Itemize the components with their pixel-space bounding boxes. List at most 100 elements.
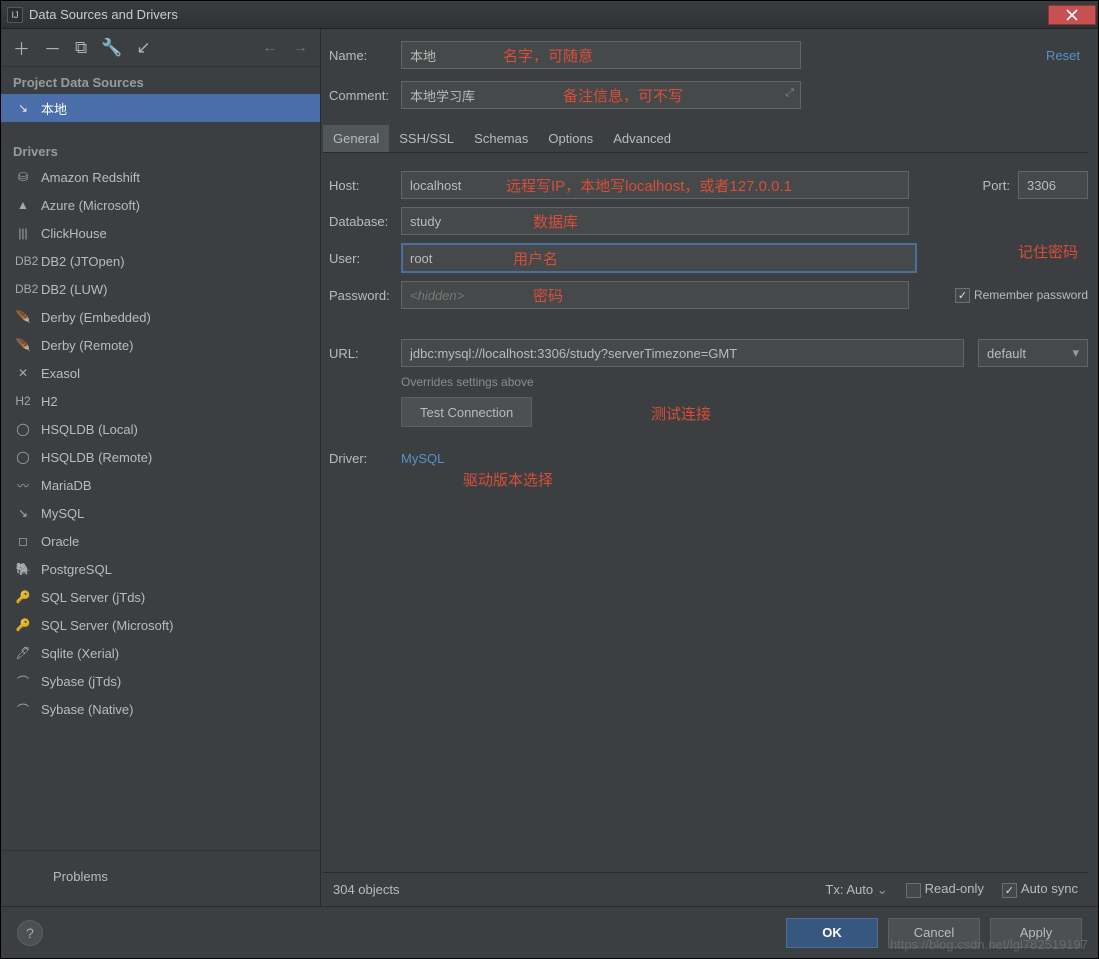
- driver-item[interactable]: ⌒ Sybase (jTds): [1, 667, 320, 695]
- port-input[interactable]: 3306: [1018, 171, 1088, 199]
- driver-item[interactable]: ⌒Sybase (Native): [1, 695, 320, 723]
- comment-label: Comment:: [323, 88, 401, 103]
- ok-button[interactable]: OK: [786, 918, 878, 948]
- name-label: Name:: [323, 48, 401, 63]
- window-close-button[interactable]: [1048, 5, 1096, 25]
- database-label: Database:: [323, 214, 401, 229]
- tabs: GeneralSSH/SSLSchemasOptionsAdvanced: [323, 125, 1088, 153]
- overrides-hint: Overrides settings above: [401, 375, 1088, 389]
- titlebar: IJ Data Sources and Drivers: [1, 1, 1098, 29]
- tab-advanced[interactable]: Advanced: [603, 125, 681, 152]
- driver-item[interactable]: 🐘PostgreSQL: [1, 555, 320, 583]
- tx-mode[interactable]: Tx: Auto ⌄: [825, 882, 887, 898]
- remove-button[interactable]: －: [44, 35, 61, 60]
- driver-label: DB2 (JTOpen): [41, 254, 125, 269]
- url-mode-select[interactable]: default: [978, 339, 1088, 367]
- driver-icon: ⌒: [15, 673, 31, 690]
- driver-label: Derby (Remote): [41, 338, 133, 353]
- driver-item[interactable]: 🔑 SQL Server (jTds): [1, 583, 320, 611]
- drivers-list: ⛁Amazon Redshift▲Azure (Microsoft) ||| Cli…: [1, 163, 320, 723]
- autosync-option[interactable]: Auto sync: [1002, 881, 1078, 897]
- tab-schemas[interactable]: Schemas: [464, 125, 538, 152]
- driver-item[interactable]: ◯HSQLDB (Remote): [1, 443, 320, 471]
- driver-icon: ⛁: [15, 170, 31, 184]
- driver-item[interactable]: DB2 DB2 (LUW): [1, 275, 320, 303]
- driver-icon: |||: [15, 226, 31, 240]
- expand-icon[interactable]: ⤢: [785, 87, 794, 100]
- driver-item[interactable]: ✕Exasol: [1, 359, 320, 387]
- copy-button[interactable]: ⧉: [75, 38, 87, 58]
- driver-icon: ◯: [15, 422, 31, 436]
- driver-icon: 🖊: [15, 646, 31, 660]
- reset-link[interactable]: Reset: [1046, 48, 1088, 63]
- host-label: Host:: [323, 178, 401, 193]
- driver-item[interactable]: 🖊 Sqlite (Xerial): [1, 639, 320, 667]
- main-panel: Name: 本地 名字，可随意 Reset Comment: 本地学习库 ⤢ 备…: [321, 29, 1098, 906]
- driver-item[interactable]: H2 H2: [1, 387, 320, 415]
- driver-icon: ▲: [15, 198, 31, 212]
- nav-forward[interactable]: →: [292, 39, 308, 57]
- driver-label: Sqlite (Xerial): [41, 646, 119, 661]
- driver-icon: 🪶: [15, 310, 31, 324]
- cancel-button[interactable]: Cancel: [888, 918, 980, 948]
- driver-label: Sybase (Native): [41, 702, 133, 717]
- datasource-item[interactable]: ↘ 本地: [1, 94, 320, 122]
- driver-label: Driver:: [323, 451, 401, 466]
- driver-item[interactable]: ◯HSQLDB (Local): [1, 415, 320, 443]
- database-input[interactable]: study: [401, 207, 909, 235]
- tab-sshssl[interactable]: SSH/SSL: [389, 125, 464, 152]
- annot-test: 测试连接: [651, 403, 711, 424]
- readonly-option[interactable]: Read-only: [906, 881, 984, 897]
- general-form: Host: localhost 远程写IP，本地写localhost，或者127…: [323, 153, 1088, 872]
- remember-password-checkbox[interactable]: [955, 288, 970, 303]
- driver-label: Sybase (jTds): [41, 674, 121, 689]
- window-title: Data Sources and Drivers: [29, 7, 1048, 22]
- import-button[interactable]: ↙: [136, 38, 150, 58]
- test-connection-button[interactable]: Test Connection: [401, 397, 532, 427]
- driver-icon: ◻: [15, 534, 31, 548]
- dialog-footer: ? OK Cancel Apply: [1, 906, 1098, 958]
- user-input[interactable]: root: [401, 243, 917, 273]
- password-input[interactable]: <hidden>: [401, 281, 909, 309]
- problems-link[interactable]: Problems: [1, 850, 320, 906]
- driver-item[interactable]: 🪶Derby (Embedded): [1, 303, 320, 331]
- url-input[interactable]: jdbc:mysql://localhost:3306/study?server…: [401, 339, 964, 367]
- app-icon: IJ: [7, 7, 23, 23]
- driver-item[interactable]: ⛁Amazon Redshift: [1, 163, 320, 191]
- port-label: Port:: [972, 178, 1018, 193]
- nav-back[interactable]: ←: [262, 39, 278, 57]
- driver-icon: ✕: [15, 366, 31, 380]
- driver-label: MariaDB: [41, 478, 92, 493]
- driver-label: DB2 (LUW): [41, 282, 107, 297]
- annot-driver: 驱动版本选择: [463, 469, 553, 490]
- help-button[interactable]: ?: [17, 920, 43, 946]
- driver-icon: 🔑: [15, 618, 31, 632]
- driver-label: H2: [41, 394, 58, 409]
- driver-icon: 🔑: [15, 590, 31, 604]
- driver-item[interactable]: 〰 MariaDB: [1, 471, 320, 499]
- driver-icon: H2: [15, 394, 31, 408]
- driver-item[interactable]: ▲Azure (Microsoft): [1, 191, 320, 219]
- name-input[interactable]: 本地: [401, 41, 801, 69]
- driver-icon: 〰: [15, 477, 31, 494]
- driver-icon: DB2: [15, 282, 31, 296]
- driver-label: ClickHouse: [41, 226, 107, 241]
- driver-item[interactable]: 🔑SQL Server (Microsoft): [1, 611, 320, 639]
- add-button[interactable]: ＋: [13, 35, 30, 60]
- datasource-icon: ↘: [15, 101, 31, 115]
- driver-item[interactable]: ↘MySQL: [1, 499, 320, 527]
- comment-input[interactable]: 本地学习库 ⤢: [401, 81, 801, 109]
- driver-link[interactable]: MySQL: [401, 451, 444, 466]
- driver-item[interactable]: ◻Oracle: [1, 527, 320, 555]
- driver-item[interactable]: 🪶Derby (Remote): [1, 331, 320, 359]
- host-input[interactable]: localhost: [401, 171, 909, 199]
- user-label: User:: [323, 251, 401, 266]
- tab-general[interactable]: General: [323, 125, 389, 152]
- driver-item[interactable]: ||| ClickHouse: [1, 219, 320, 247]
- driver-item[interactable]: DB2DB2 (JTOpen): [1, 247, 320, 275]
- apply-button[interactable]: Apply: [990, 918, 1082, 948]
- remember-password-label: Remember password: [974, 288, 1088, 302]
- driver-label: SQL Server (jTds): [41, 590, 145, 605]
- tab-options[interactable]: Options: [538, 125, 603, 152]
- settings-button[interactable]: 🔧: [101, 38, 122, 58]
